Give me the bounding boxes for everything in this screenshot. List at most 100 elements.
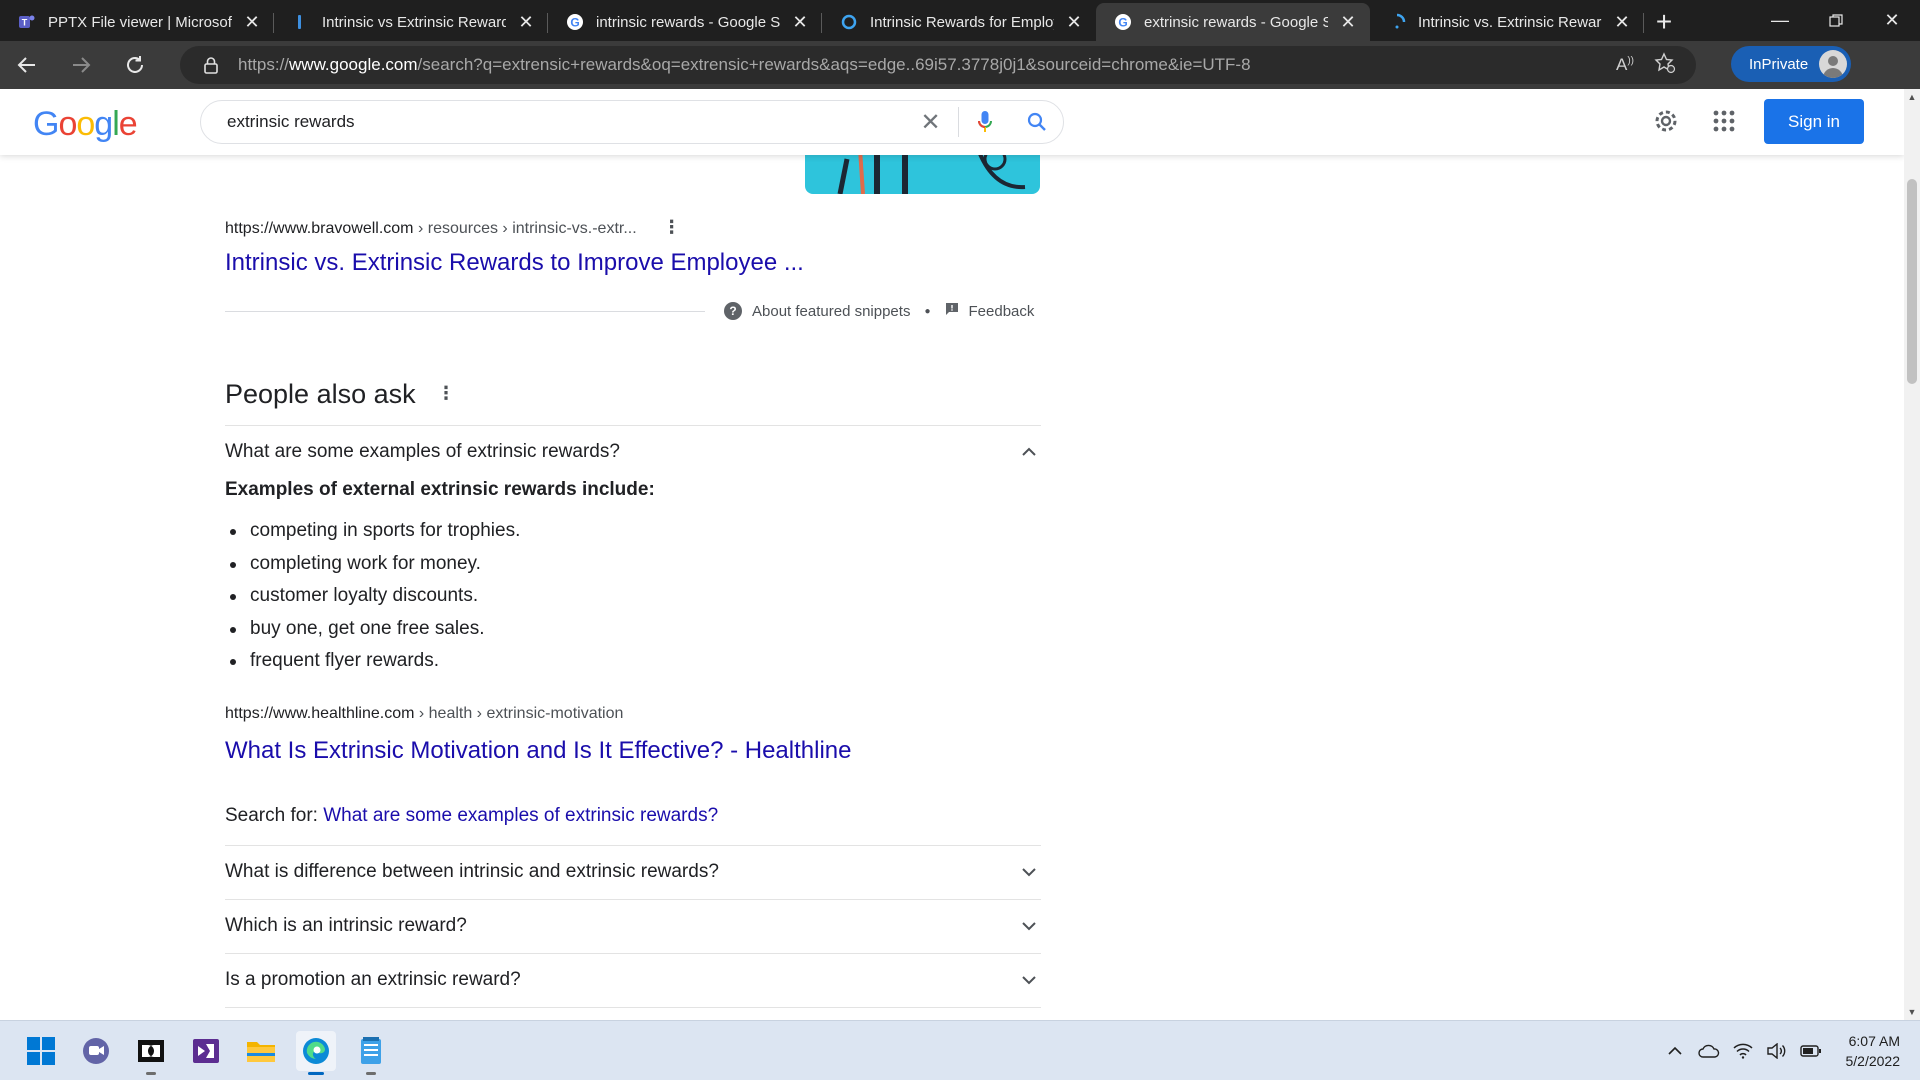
tab-intrinsic-employee[interactable]: Intrinsic Rewards for Employe ✕ — [822, 3, 1096, 41]
help-icon: ? — [724, 302, 742, 320]
visual-studio-icon — [192, 1037, 220, 1065]
tab-title: intrinsic rewards - Google Se — [596, 14, 780, 31]
list-item: buy one, get one free sales. — [225, 613, 520, 646]
chevron-down-icon — [1017, 975, 1041, 985]
onedrive-icon[interactable] — [1696, 1038, 1722, 1064]
close-tab-icon[interactable]: ✕ — [240, 10, 264, 34]
answer-source-title[interactable]: What Is Extrinsic Motivation and Is It E… — [225, 737, 851, 765]
close-tab-icon[interactable]: ✕ — [514, 10, 538, 34]
svg-text:G: G — [570, 16, 579, 30]
people-also-ask-heading: People also ask — [225, 379, 416, 410]
svg-text:T: T — [22, 18, 28, 28]
forward-arrow-icon — [70, 54, 92, 76]
tab-intrinsic-google[interactable]: G intrinsic rewards - Google Se ✕ — [548, 3, 822, 41]
volume-icon[interactable] — [1764, 1038, 1790, 1064]
teams-icon: T — [18, 13, 36, 31]
google-icon: G — [566, 13, 584, 31]
add-favorite-icon[interactable] — [1654, 52, 1676, 79]
list-item: competing in sports for trophies. — [225, 515, 520, 548]
google-logo[interactable]: Google — [33, 105, 137, 144]
read-aloud-icon[interactable]: A)) — [1616, 55, 1634, 75]
wifi-icon[interactable] — [1730, 1038, 1756, 1064]
edge-icon — [301, 1036, 331, 1066]
featured-snippet-image[interactable] — [805, 149, 1040, 194]
close-window-button[interactable]: ✕ — [1864, 0, 1920, 41]
teams-chat-button[interactable] — [76, 1031, 116, 1071]
url-text[interactable]: https://www.google.com/search?q=extrensi… — [238, 55, 1616, 75]
close-tab-icon[interactable]: ✕ — [1062, 10, 1086, 34]
back-button[interactable] — [0, 41, 54, 89]
tab-pptx-viewer[interactable]: T PPTX File viewer | Microsoft T ✕ — [0, 3, 274, 41]
more-options-icon[interactable]: ⋮ — [437, 383, 455, 404]
paa-question[interactable]: Which is an intrinsic reward? — [225, 899, 1041, 953]
sign-in-button[interactable]: Sign in — [1764, 99, 1864, 144]
clear-search-icon[interactable]: ✕ — [903, 107, 959, 137]
tab-intrinsic-vs-extrinsic-2[interactable]: Intrinsic vs. Extrinsic Rewards ✕ — [1370, 3, 1644, 41]
window-controls: — ✕ — [1752, 0, 1920, 41]
folder-icon — [246, 1038, 276, 1064]
forward-button[interactable] — [54, 41, 108, 89]
answer-source-cite[interactable]: https://www.healthline.com › health › ex… — [225, 705, 623, 723]
settings-gear-icon[interactable] — [1652, 107, 1680, 140]
lock-icon[interactable] — [200, 54, 222, 76]
refresh-button[interactable] — [108, 41, 162, 89]
chevron-up-icon[interactable] — [1662, 1038, 1688, 1064]
tab-intrinsic-vs-extrinsic[interactable]: Intrinsic vs Extrinsic Rewards ✕ — [274, 3, 548, 41]
google-apps-icon[interactable] — [1713, 110, 1735, 137]
start-button[interactable] — [21, 1031, 61, 1071]
clock-date: 5/2/2022 — [1846, 1051, 1901, 1071]
list-item: frequent flyer rewards. — [225, 645, 520, 678]
featured-result-cite[interactable]: https://www.bravowell.com › resources › … — [225, 217, 681, 238]
close-tab-icon[interactable]: ✕ — [1610, 10, 1634, 34]
answer-heading: Examples of external extrinsic rewards i… — [225, 479, 655, 501]
search-for-link[interactable]: What are some examples of extrinsic rewa… — [323, 805, 718, 826]
paa-question-expanded[interactable]: What are some examples of extrinsic rewa… — [225, 425, 1041, 479]
chat-icon — [81, 1036, 111, 1066]
edge-button[interactable] — [296, 1031, 336, 1071]
cite-path: › health › extrinsic-motivation — [414, 705, 623, 722]
vertical-scrollbar[interactable]: ▲ ▼ — [1904, 89, 1920, 1020]
search-icon[interactable] — [1011, 112, 1063, 132]
google-icon: G — [1114, 13, 1132, 31]
paa-question[interactable]: What is difference between intrinsic and… — [225, 845, 1041, 899]
refresh-icon — [124, 54, 146, 76]
microphone-icon[interactable] — [959, 110, 1011, 134]
dolby-app-button[interactable] — [131, 1031, 171, 1071]
tab-title: Intrinsic vs Extrinsic Rewards — [322, 14, 506, 31]
paa-question[interactable]: Is a promotion an extrinsic reward? — [225, 953, 1041, 1007]
featured-result-title[interactable]: Intrinsic vs. Extrinsic Rewards to Impro… — [225, 249, 804, 277]
close-tab-icon[interactable]: ✕ — [1336, 10, 1360, 34]
chevron-down-icon — [1017, 921, 1041, 931]
question-text: Is a promotion an extrinsic reward? — [225, 969, 521, 991]
system-tray: 6:07 AM 5/2/2022 — [1662, 1021, 1920, 1081]
cite-host: https://www.healthline.com — [225, 705, 414, 722]
svg-text:G: G — [1118, 16, 1127, 30]
avatar — [1819, 50, 1847, 78]
question-text: What are some examples of extrinsic rewa… — [225, 441, 620, 463]
visual-studio-button[interactable] — [186, 1031, 226, 1071]
scrollbar-thumb[interactable] — [1907, 179, 1917, 384]
feedback-link[interactable]: Feedback — [969, 303, 1035, 320]
search-input[interactable] — [227, 112, 903, 132]
clock[interactable]: 6:07 AM 5/2/2022 — [1846, 1031, 1901, 1071]
battery-icon[interactable] — [1798, 1038, 1824, 1064]
scroll-up-icon[interactable]: ▲ — [1904, 89, 1920, 105]
search-box: ✕ — [200, 100, 1064, 144]
tab-title: Intrinsic Rewards for Employe — [870, 14, 1054, 31]
file-explorer-button[interactable] — [241, 1031, 281, 1071]
inprivate-button[interactable]: InPrivate — [1731, 46, 1851, 82]
address-bar[interactable]: https://www.google.com/search?q=extrensi… — [180, 46, 1696, 84]
close-tab-icon[interactable]: ✕ — [788, 10, 812, 34]
new-tab-button[interactable]: + — [1644, 3, 1684, 41]
tab-title: Intrinsic vs. Extrinsic Rewards — [1418, 14, 1602, 31]
more-options-icon[interactable]: ⋮ — [663, 217, 681, 238]
scroll-down-icon[interactable]: ▼ — [1904, 1004, 1920, 1020]
tab-extrinsic-google[interactable]: G extrinsic rewards - Google Se ✕ — [1096, 3, 1370, 41]
restore-button[interactable] — [1808, 0, 1864, 41]
notepad-button[interactable] — [351, 1031, 391, 1071]
google-header: Google ✕ Sign in — [0, 89, 1904, 155]
minimize-button[interactable]: — — [1752, 0, 1808, 41]
chevron-down-icon — [1017, 867, 1041, 877]
about-featured-snippets-link[interactable]: About featured snippets — [752, 303, 910, 320]
tab-title: PPTX File viewer | Microsoft T — [48, 14, 232, 31]
